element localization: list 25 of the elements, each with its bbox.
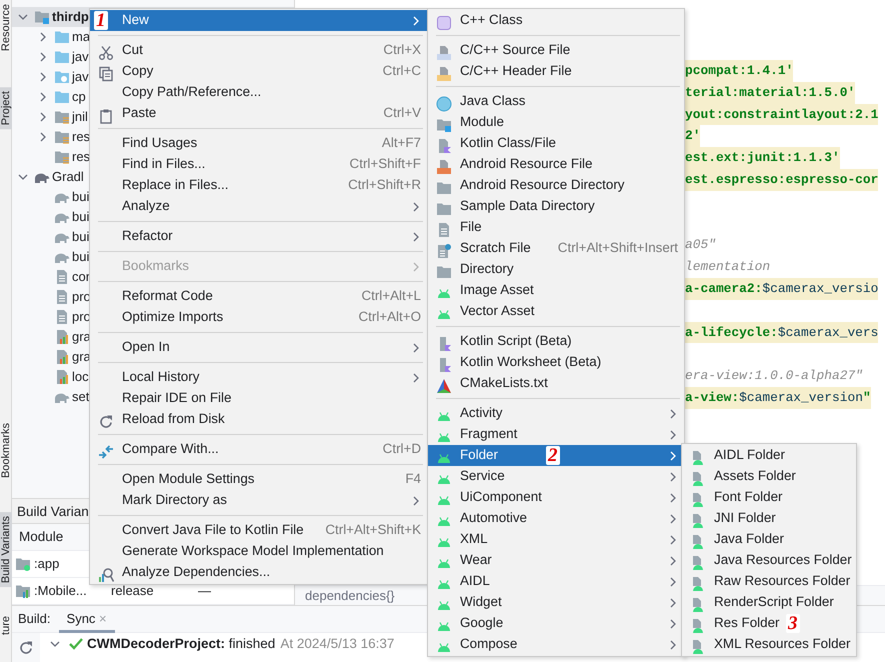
- shortcut-text: Ctrl+Alt+Shift+Insert: [558, 239, 678, 258]
- timestamp-text: At 2024/5/13 16:37: [280, 634, 394, 653]
- annotation-mark: 1: [94, 11, 108, 30]
- code-comment: a05": [685, 236, 716, 254]
- shortcut-text: Ctrl+Alt+O: [358, 308, 421, 326]
- panel-label: Build:: [17, 610, 52, 628]
- table-cell-text: —: [198, 582, 211, 600]
- annotation-mark: 2: [546, 446, 560, 465]
- shortcut-text: Ctrl+Shift+F: [350, 155, 421, 174]
- shortcut-text: Ctrl+C: [382, 62, 421, 80]
- annotation-mark: 3: [786, 614, 800, 633]
- table-cell-text: :Mobile...: [33, 582, 88, 600]
- shortcut-text: F4: [405, 470, 421, 488]
- shortcut-text: Ctrl+Alt+Shift+K: [325, 521, 421, 540]
- table-cell-text: :app: [33, 555, 60, 574]
- shortcut-text: Ctrl+Shift+R: [348, 176, 421, 194]
- shortcut-text: Alt+F7: [382, 134, 421, 152]
- column-header: Module: [18, 528, 64, 546]
- code-comment: era-view:1.0.0-alpha27": [685, 367, 863, 386]
- shortcut-text: Ctrl+X: [383, 41, 421, 60]
- shortcut-text: Ctrl+V: [383, 104, 421, 122]
- shortcut-text: Ctrl+D: [382, 440, 421, 458]
- shortcut-text: Ctrl+Alt+L: [361, 287, 421, 306]
- build-result-text: CWMDecoderProject: finished: [87, 634, 276, 653]
- code-comment: lementation: [685, 258, 770, 276]
